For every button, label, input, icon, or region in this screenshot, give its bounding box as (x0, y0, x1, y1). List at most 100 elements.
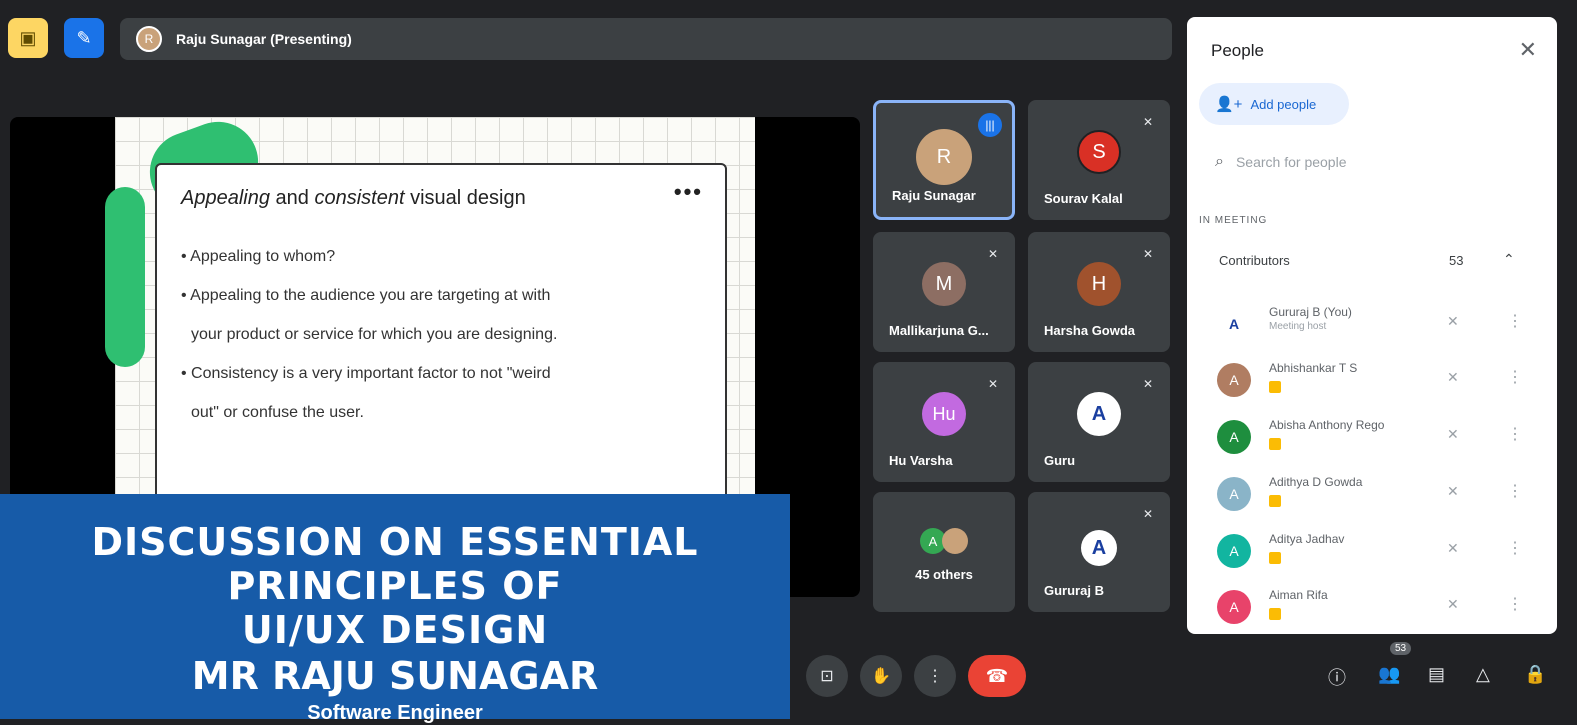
avatar: M (922, 262, 966, 306)
avatar: A (1217, 590, 1251, 624)
hand-icon: ✋ (871, 668, 891, 685)
contributors-header[interactable]: Contributors 53 ⌃ (1219, 251, 1519, 268)
people-count-badge: 53 (1390, 642, 1412, 655)
participant-name: Raju Sunagar (892, 188, 976, 203)
participant-tile[interactable]: ||| R Raju Sunagar (873, 100, 1015, 220)
contributors-label: Contributors (1219, 253, 1290, 268)
host-controls-icon[interactable]: 🔒 (1524, 664, 1546, 685)
badge-icon (1269, 438, 1281, 450)
avatar: A (1217, 420, 1251, 454)
presenter-bar[interactable]: R Raju Sunagar (Presenting) (120, 18, 1172, 60)
avatar: S (1077, 130, 1121, 174)
avatar: A (1217, 363, 1251, 397)
participant-name: Mallikarjuna G... (889, 323, 989, 338)
participant-name: Guru (1044, 453, 1076, 468)
slide-bullet: • Appealing to the audience you are targ… (181, 287, 551, 304)
more-options-button[interactable]: ⋮ (914, 655, 956, 697)
banner-title-cont: UI/UX DESIGN (241, 608, 549, 652)
participant-name: Harsha Gowda (1044, 323, 1136, 338)
banner-speaker: MR RAJU SUNAGAR (191, 654, 599, 698)
mic-off-icon[interactable]: ✕ (1447, 426, 1459, 443)
participant-tile[interactable]: ✕ H Harsha Gowda (1028, 232, 1170, 352)
person-name: Abisha Anthony Rego (1269, 418, 1385, 432)
list-item[interactable]: A Abhishankar T S ✕ ⋮ (1217, 357, 1537, 407)
person-name: Abhishankar T S (1269, 361, 1358, 375)
mic-off-icon[interactable]: ✕ (1447, 483, 1459, 500)
add-people-button[interactable]: 👤+ Add people (1199, 83, 1349, 125)
presenter-avatar: R (136, 26, 162, 52)
phone-icon: ☎ (985, 665, 1009, 686)
search-icon: ⌕ (1215, 153, 1224, 170)
participant-tile[interactable]: ✕ S Sourav Kalal (1028, 100, 1170, 220)
present-button[interactable]: ⊡ (806, 655, 848, 697)
panel-title: People (1211, 41, 1264, 60)
avatar: A (1081, 530, 1117, 566)
more-vert-icon[interactable]: ⋮ (1507, 481, 1523, 501)
more-vert-icon[interactable]: ⋮ (1507, 594, 1523, 614)
present-icon: ⊡ (820, 668, 834, 685)
list-item[interactable]: A Aiman Rifa ✕ ⋮ (1217, 584, 1537, 634)
section-label: IN MEETING (1199, 215, 1268, 226)
mic-off-icon: ✕ (1142, 507, 1154, 521)
info-icon[interactable]: ⓘ (1328, 664, 1346, 690)
end-call-button[interactable]: ☎ (968, 655, 1026, 697)
slide-bullet: out" or confuse the user. (191, 404, 364, 421)
more-vert-icon[interactable]: ⋮ (1507, 311, 1523, 331)
add-person-icon: 👤+ (1215, 96, 1243, 113)
mic-off-icon[interactable]: ✕ (1447, 313, 1459, 330)
person-name: Aditya Jadhav (1269, 532, 1345, 546)
participant-tile[interactable]: ✕ Hu Hu Varsha (873, 362, 1015, 482)
participant-tile[interactable]: ✕ M Mallikarjuna G... (873, 232, 1015, 352)
search-input[interactable]: ⌕ Search for people (1215, 153, 1347, 171)
mic-off-icon[interactable]: ✕ (1447, 596, 1459, 613)
chevron-up-icon: ⌃ (1503, 251, 1515, 267)
avatar: R (916, 129, 972, 185)
badge-icon (1269, 495, 1281, 507)
participant-name: Gururaj B (1044, 583, 1104, 598)
pen-icon-button[interactable]: ✎ (64, 18, 104, 58)
avatar: A (1217, 477, 1251, 511)
banner-role: Software Engineer (307, 702, 483, 724)
person-name: Adithya D Gowda (1269, 475, 1363, 489)
more-vert-icon[interactable]: ⋮ (1507, 424, 1523, 444)
badge-icon (1269, 381, 1281, 393)
slide-title: Appealing and consistent visual design (181, 187, 526, 209)
person-name: Aiman Rifa (1269, 588, 1328, 602)
chat-icon[interactable]: ▤ (1428, 664, 1445, 685)
more-vert-icon[interactable]: ⋮ (1507, 538, 1523, 558)
people-panel: People ✕ 👤+ Add people ⌕ Search for peop… (1187, 17, 1557, 634)
list-item[interactable]: A Aditya Jadhav ✕ ⋮ (1217, 528, 1537, 578)
contributors-count: 53 (1449, 253, 1464, 268)
mic-off-icon: ✕ (987, 247, 999, 261)
more-vert-icon[interactable]: ⋮ (1507, 367, 1523, 387)
participant-tile[interactable]: ✕ A Guru (1028, 362, 1170, 482)
title-banner: DISCUSSION ON ESSENTIAL PRINCIPLES OF UI… (0, 494, 790, 724)
slide-decoration (105, 187, 145, 367)
raise-hand-button[interactable]: ✋ (860, 655, 902, 697)
avatar: A (1217, 307, 1251, 341)
mic-off-icon: ✕ (1142, 247, 1154, 261)
people-icon[interactable]: 👥 (1378, 664, 1400, 685)
list-item[interactable]: A Adithya D Gowda ✕ ⋮ (1217, 471, 1537, 521)
others-tile[interactable]: A 45 others (873, 492, 1015, 612)
others-count: 45 others (915, 567, 973, 582)
slide-bullet: your product or service for which you ar… (191, 326, 558, 343)
list-item[interactable]: A Abisha Anthony Rego ✕ ⋮ (1217, 414, 1537, 464)
mic-off-icon[interactable]: ✕ (1447, 540, 1459, 557)
speaking-icon: ||| (978, 113, 1002, 137)
list-item[interactable]: A Gururaj B (You) Meeting host ✕ ⋮ (1217, 301, 1537, 351)
activities-icon[interactable]: △ (1476, 664, 1490, 685)
participant-tile[interactable]: ✕ A Gururaj B (1028, 492, 1170, 612)
participant-name: Sourav Kalal (1044, 191, 1123, 206)
close-icon[interactable]: ✕ (1519, 37, 1537, 63)
slide-bullet: • Appealing to whom? (181, 248, 336, 265)
badge-icon (1269, 552, 1281, 564)
more-vert-icon: ⋮ (927, 668, 943, 685)
avatar: H (1077, 262, 1121, 306)
no-video-icon-button[interactable]: ▣ (8, 18, 48, 58)
presenter-label: Raju Sunagar (Presenting) (176, 31, 352, 47)
search-placeholder: Search for people (1235, 154, 1347, 170)
person-name: Gururaj B (You) (1269, 305, 1352, 319)
person-role: Meeting host (1269, 321, 1327, 332)
mic-off-icon[interactable]: ✕ (1447, 369, 1459, 386)
